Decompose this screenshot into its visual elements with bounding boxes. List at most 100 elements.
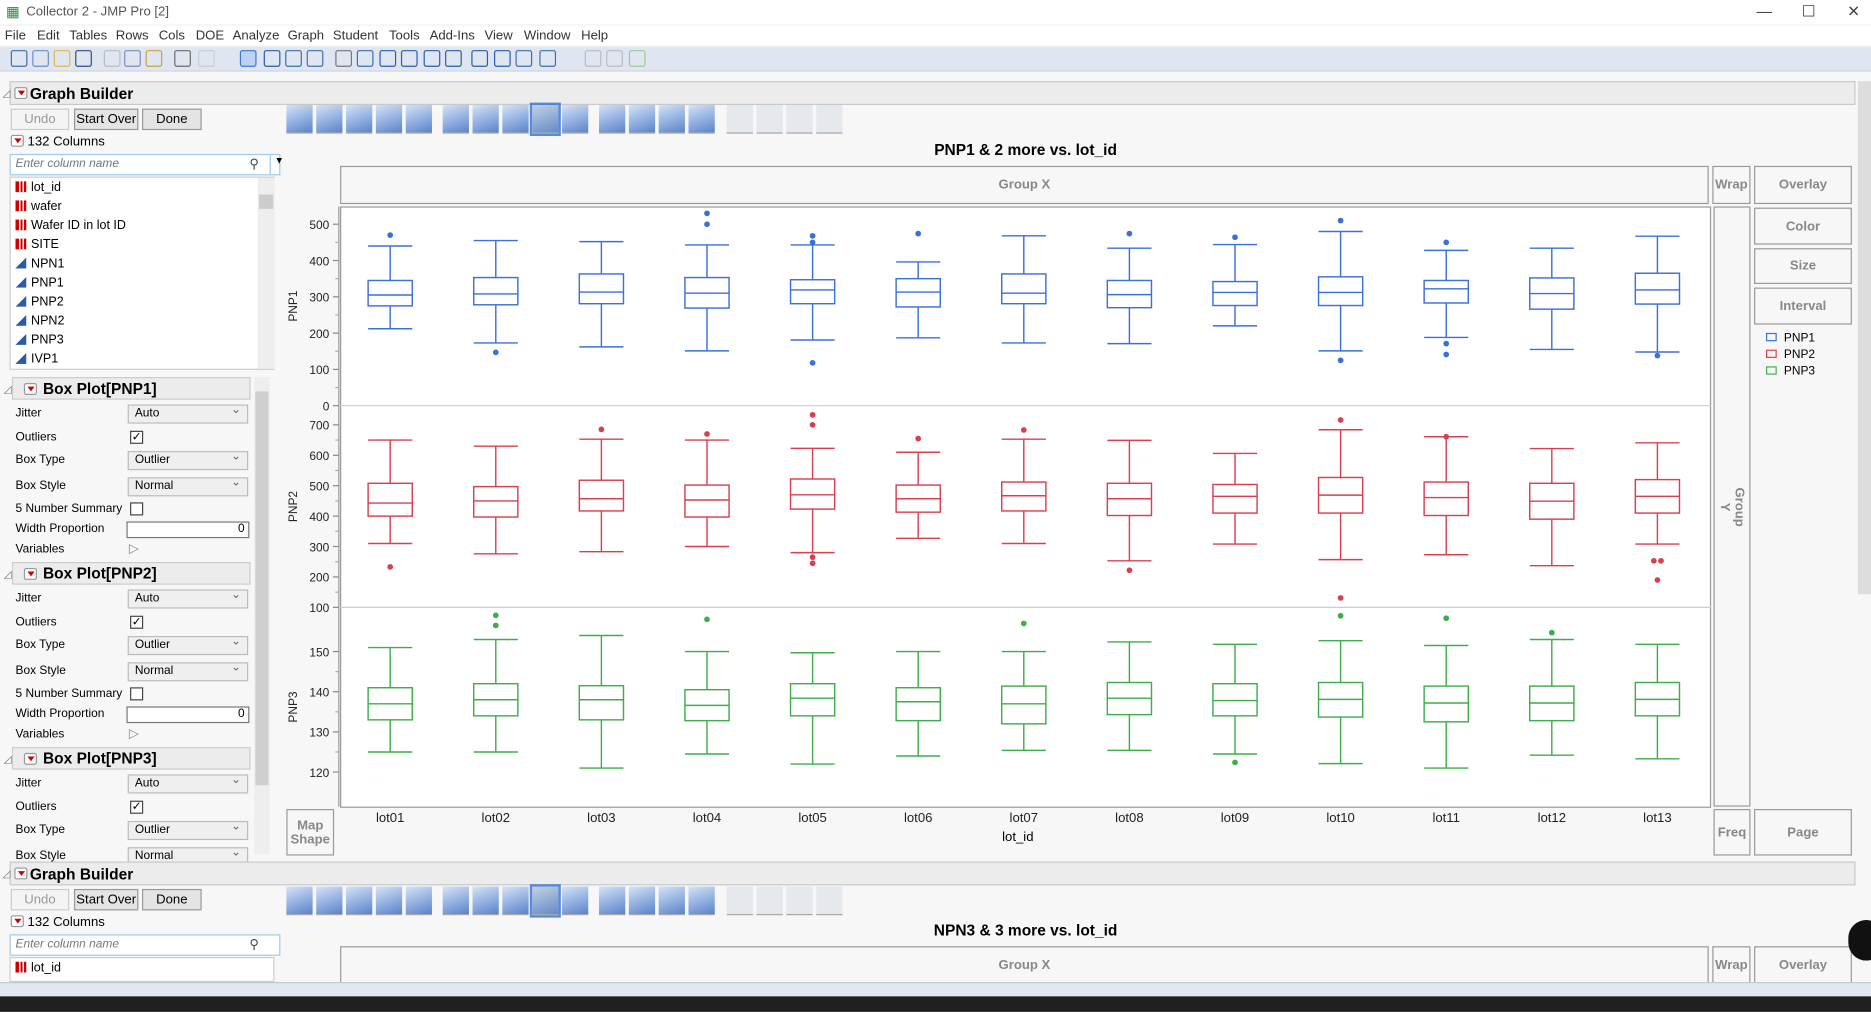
histogram-chart-icon[interactable]	[562, 886, 589, 916]
x-tick-label: lot13	[1643, 811, 1672, 826]
line-of-fit-chart-icon[interactable]	[346, 886, 373, 916]
y-tick-label: 300	[309, 540, 329, 554]
wrap-zone-2[interactable]: Wrap	[1712, 946, 1751, 985]
nominal-icon	[15, 961, 27, 973]
contour-chart-icon[interactable]	[405, 886, 432, 916]
box-iqr	[789, 682, 836, 717]
disclosure-icon[interactable]: ◿	[2, 867, 10, 880]
column-list-2: lot_id	[9, 956, 275, 983]
outlier-point	[1232, 759, 1238, 766]
columns-count-2: 132 Columns	[27, 915, 105, 930]
outlier-point	[1232, 234, 1238, 241]
outlier-point	[704, 221, 710, 228]
line-chart-icon[interactable]	[442, 886, 469, 916]
outlier-point	[809, 411, 816, 418]
box-iqr	[895, 686, 941, 722]
y-tick-label: 200	[309, 571, 329, 585]
overlay-zone-2[interactable]: Overlay	[1754, 946, 1852, 985]
box-iqr	[1212, 483, 1258, 514]
parallel-chart-icon[interactable]	[816, 886, 843, 916]
box-iqr	[895, 277, 941, 308]
undo-button-2[interactable]: Undo	[10, 888, 70, 911]
outlier-point	[704, 210, 710, 217]
x-tick-label: lot12	[1537, 811, 1567, 826]
area-chart-icon[interactable]	[502, 886, 529, 916]
outlier-point	[1654, 352, 1661, 359]
caption-box-chart-icon[interactable]	[726, 886, 753, 916]
y-tick-label: 600	[309, 449, 329, 463]
y-tick-label: 0	[323, 399, 330, 413]
outlier-point	[704, 616, 710, 623]
y-tick-label: 400	[309, 510, 329, 524]
x-tick-label: lot05	[798, 811, 827, 826]
outlier-point	[1654, 577, 1661, 583]
outlier-point	[387, 232, 394, 238]
outlier-point	[809, 554, 816, 561]
done-button-2[interactable]: Done	[141, 888, 202, 911]
outlier-point	[809, 360, 816, 366]
red-triangle-menu-icon[interactable]	[14, 867, 28, 880]
outlier-point	[915, 230, 922, 237]
box-iqr	[789, 478, 836, 510]
y-tick-label: 130	[309, 726, 329, 740]
box-iqr	[1212, 682, 1258, 717]
ellipse-chart-icon[interactable]	[375, 886, 403, 916]
points-chart-icon[interactable]	[286, 886, 313, 916]
box-iqr	[1317, 276, 1364, 307]
y-tick-label: 100	[309, 601, 329, 615]
outlier-point	[1020, 620, 1027, 627]
column-item[interactable]: lot_id	[15, 961, 61, 975]
x-axis-label[interactable]: lot_id	[982, 830, 1054, 844]
outlier-point	[809, 421, 816, 428]
outlier-point	[809, 239, 816, 246]
outlier-point	[1337, 417, 1344, 423]
outlier-point	[1126, 230, 1133, 237]
search-icon[interactable]: ⚲	[249, 937, 259, 952]
x-tick-label: lot10	[1326, 811, 1355, 826]
box-iqr	[367, 279, 413, 307]
box-iqr	[1423, 279, 1469, 304]
mosaic-chart-icon[interactable]	[688, 886, 715, 916]
outlier-point	[1443, 239, 1450, 246]
y-tick-label: 200	[309, 327, 329, 341]
outlier-point	[492, 349, 499, 356]
x-tick-label: lot01	[375, 811, 405, 826]
heatmap-chart-icon[interactable]	[599, 886, 626, 916]
box-plot-chart-icon[interactable]	[529, 884, 561, 918]
y-tick-label: 500	[309, 479, 329, 493]
graph-builder-2-header[interactable]: ◿ Graph Builder	[2, 861, 1856, 886]
map-shapes-chart-icon[interactable]	[786, 886, 813, 916]
box-iqr	[1634, 272, 1681, 305]
box-iqr	[1001, 273, 1047, 305]
window-scrollbar[interactable]	[1857, 81, 1871, 595]
y-tick-label: 120	[309, 766, 329, 780]
outlier-point	[387, 564, 394, 570]
outlier-point	[1126, 567, 1133, 574]
group-x-zone-2[interactable]: Group X	[340, 946, 1709, 985]
y-tick-label: 700	[309, 419, 329, 433]
start-over-button-2[interactable]: Start Over	[73, 888, 139, 911]
box-iqr	[578, 684, 625, 721]
y-tick-label: 150	[309, 645, 329, 659]
outlier-point	[1020, 427, 1027, 433]
box-iqr	[1423, 685, 1469, 723]
bar-chart-icon[interactable]	[472, 886, 499, 916]
box-iqr	[1001, 685, 1047, 725]
treemap-chart-icon[interactable]	[658, 886, 685, 916]
smoother-chart-icon[interactable]	[316, 886, 343, 916]
y-tick-label: 400	[309, 254, 329, 268]
x-tick-label: lot09	[1220, 811, 1250, 826]
columns-header-2[interactable]: 132 Columns	[10, 914, 105, 930]
red-triangle-menu-icon[interactable]	[10, 915, 24, 928]
column-search-input-2[interactable]: Enter column name ⚲	[9, 934, 281, 956]
box-plot-chart: 0 100 200 300 400 500 PNP1 100 200 300 400 500 600 70…	[286, 206, 1712, 807]
status-bar	[0, 982, 1871, 997]
outlier-point	[1650, 557, 1657, 564]
outlier-point	[915, 435, 922, 442]
outlier-point	[1658, 557, 1664, 564]
y-tick-label: 140	[309, 686, 329, 700]
box-iqr	[367, 482, 413, 517]
pie-chart-icon[interactable]	[628, 886, 656, 916]
formula-chart-icon[interactable]	[756, 886, 783, 916]
x-tick-label: lot11	[1432, 811, 1460, 826]
